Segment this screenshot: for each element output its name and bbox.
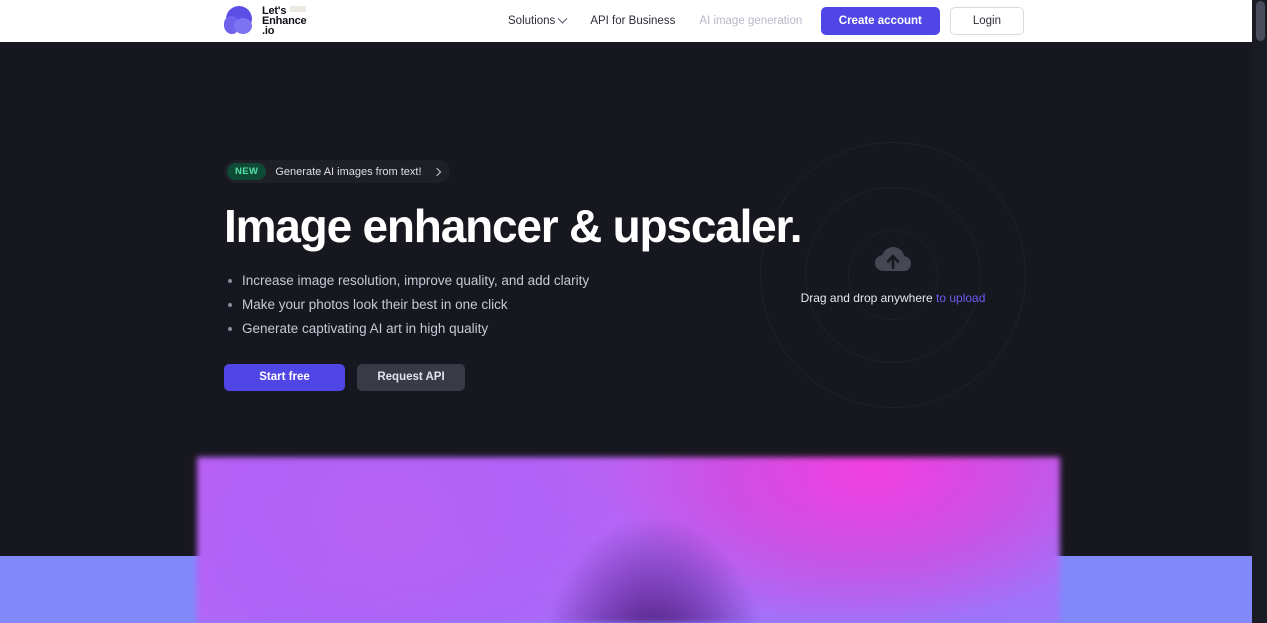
dropzone-text: Drag and drop anywhere to upload — [801, 291, 986, 305]
status-badge: NEW — [227, 163, 267, 180]
nav-label-solutions: Solutions — [508, 15, 556, 27]
list-item: Increase image resolution, improve quali… — [224, 271, 764, 290]
cloud-upload-icon — [875, 247, 911, 271]
hero-feature-list: Increase image resolution, improve quali… — [224, 271, 764, 338]
header-actions: Create account Login — [820, 7, 1024, 35]
request-api-button[interactable]: Request API — [357, 364, 465, 391]
cta-button-row: Start free Request API — [224, 364, 764, 391]
create-account-button[interactable]: Create account — [820, 7, 940, 35]
nav-item-solutions[interactable]: Solutions — [508, 13, 568, 27]
login-button[interactable]: Login — [949, 7, 1024, 35]
dropzone-label: Drag and drop anywhere — [800, 291, 933, 305]
logo-line-1: Let's — [262, 5, 287, 17]
chevron-right-icon — [432, 167, 441, 176]
logo-line-3: .io — [262, 25, 275, 37]
site-header: Let's Enhance .io Solutions API for Busi… — [0, 0, 1258, 42]
page-title: Image enhancer & upscaler. — [224, 200, 802, 252]
nav-label-ai-image-generation: AI image generation — [699, 15, 803, 27]
hero-content: NEW Generate AI images from text! Image … — [224, 160, 802, 391]
chevron-down-icon — [557, 13, 568, 24]
start-free-button[interactable]: Start free — [224, 364, 345, 391]
gradient-preview-image — [197, 457, 1060, 623]
dropzone-upload-link[interactable]: to upload — [936, 291, 985, 305]
scrollbar-thumb[interactable] — [1256, 1, 1265, 41]
letsenhance-blob-logo-icon — [224, 5, 256, 37]
list-item: Make your photos look their best in one … — [224, 295, 764, 314]
logo-wordmark: Let's Enhance .io — [262, 5, 307, 37]
logo[interactable]: Let's Enhance .io — [224, 3, 307, 39]
nav-item-ai-image-generation[interactable]: AI image generation — [699, 15, 802, 27]
hero-section: Drag and drop anywhere to upload NEW Gen… — [0, 42, 1258, 457]
logo-accent-bar — [290, 6, 306, 12]
page-root: Let's Enhance .io Solutions API for Busi… — [0, 0, 1267, 623]
list-item: Generate captivating AI art in high qual… — [224, 319, 764, 338]
scrollbar-track[interactable] — [1252, 0, 1267, 623]
upload-dropzone[interactable]: Drag and drop anywhere to upload — [760, 142, 1026, 408]
nav-label-api-for-business: API for Business — [590, 15, 676, 27]
nav-item-api-for-business[interactable]: API for Business — [590, 15, 675, 27]
new-feature-text: Generate AI images from text! — [275, 165, 422, 178]
new-feature-banner[interactable]: NEW Generate AI images from text! — [224, 160, 450, 183]
